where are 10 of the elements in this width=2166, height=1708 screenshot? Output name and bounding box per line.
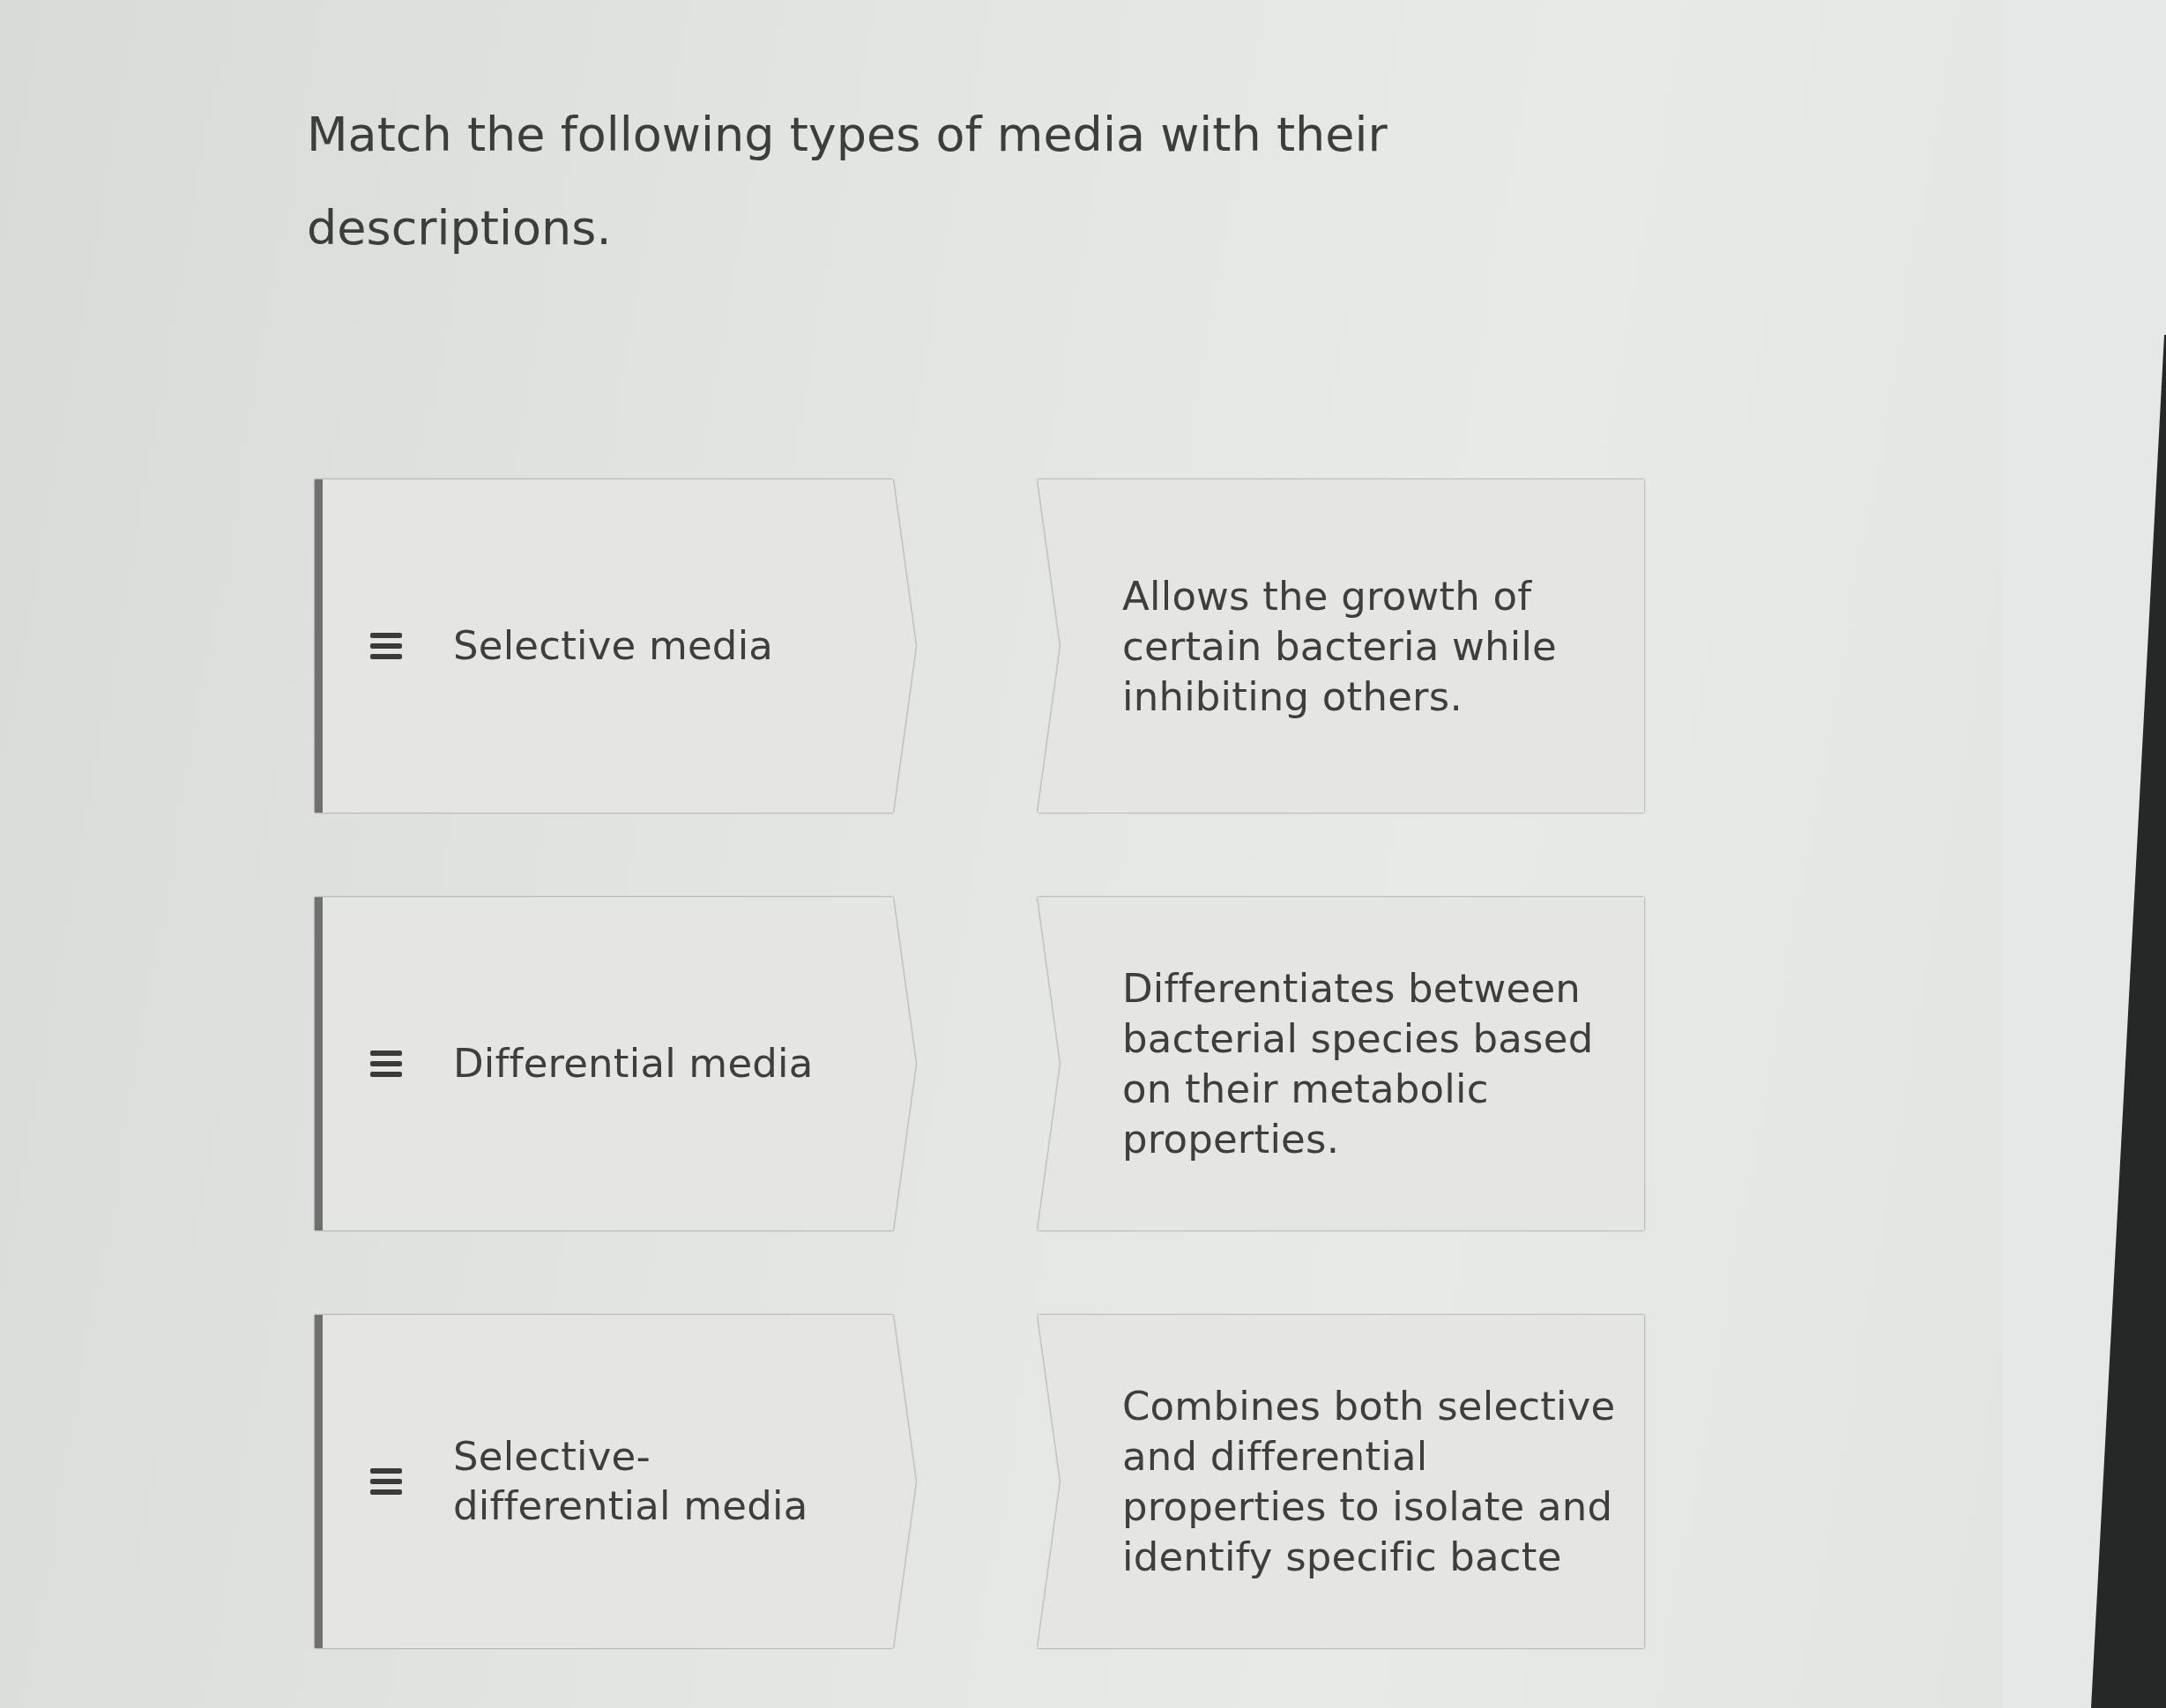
question-text: Match the following types of media with their descriptions. xyxy=(307,106,1388,257)
drag-handle-icon[interactable] xyxy=(370,633,402,659)
term-text: Differential media xyxy=(453,1038,815,1088)
description-text: Differentiates between bacterial species based on their metabolic properties. xyxy=(1122,964,1595,1164)
description-text: Combines both selective and differential properties to isolate and identify specific bacte xyxy=(1122,1382,1617,1582)
drag-handle-icon[interactable] xyxy=(370,1051,402,1077)
term-text: Selective-differential media xyxy=(453,1431,809,1531)
description-text: Allows the growth of certain bacteria while inhibiting others. xyxy=(1122,571,1558,722)
drag-handle-icon[interactable] xyxy=(370,1468,402,1495)
term-text: Selective media xyxy=(453,620,775,671)
